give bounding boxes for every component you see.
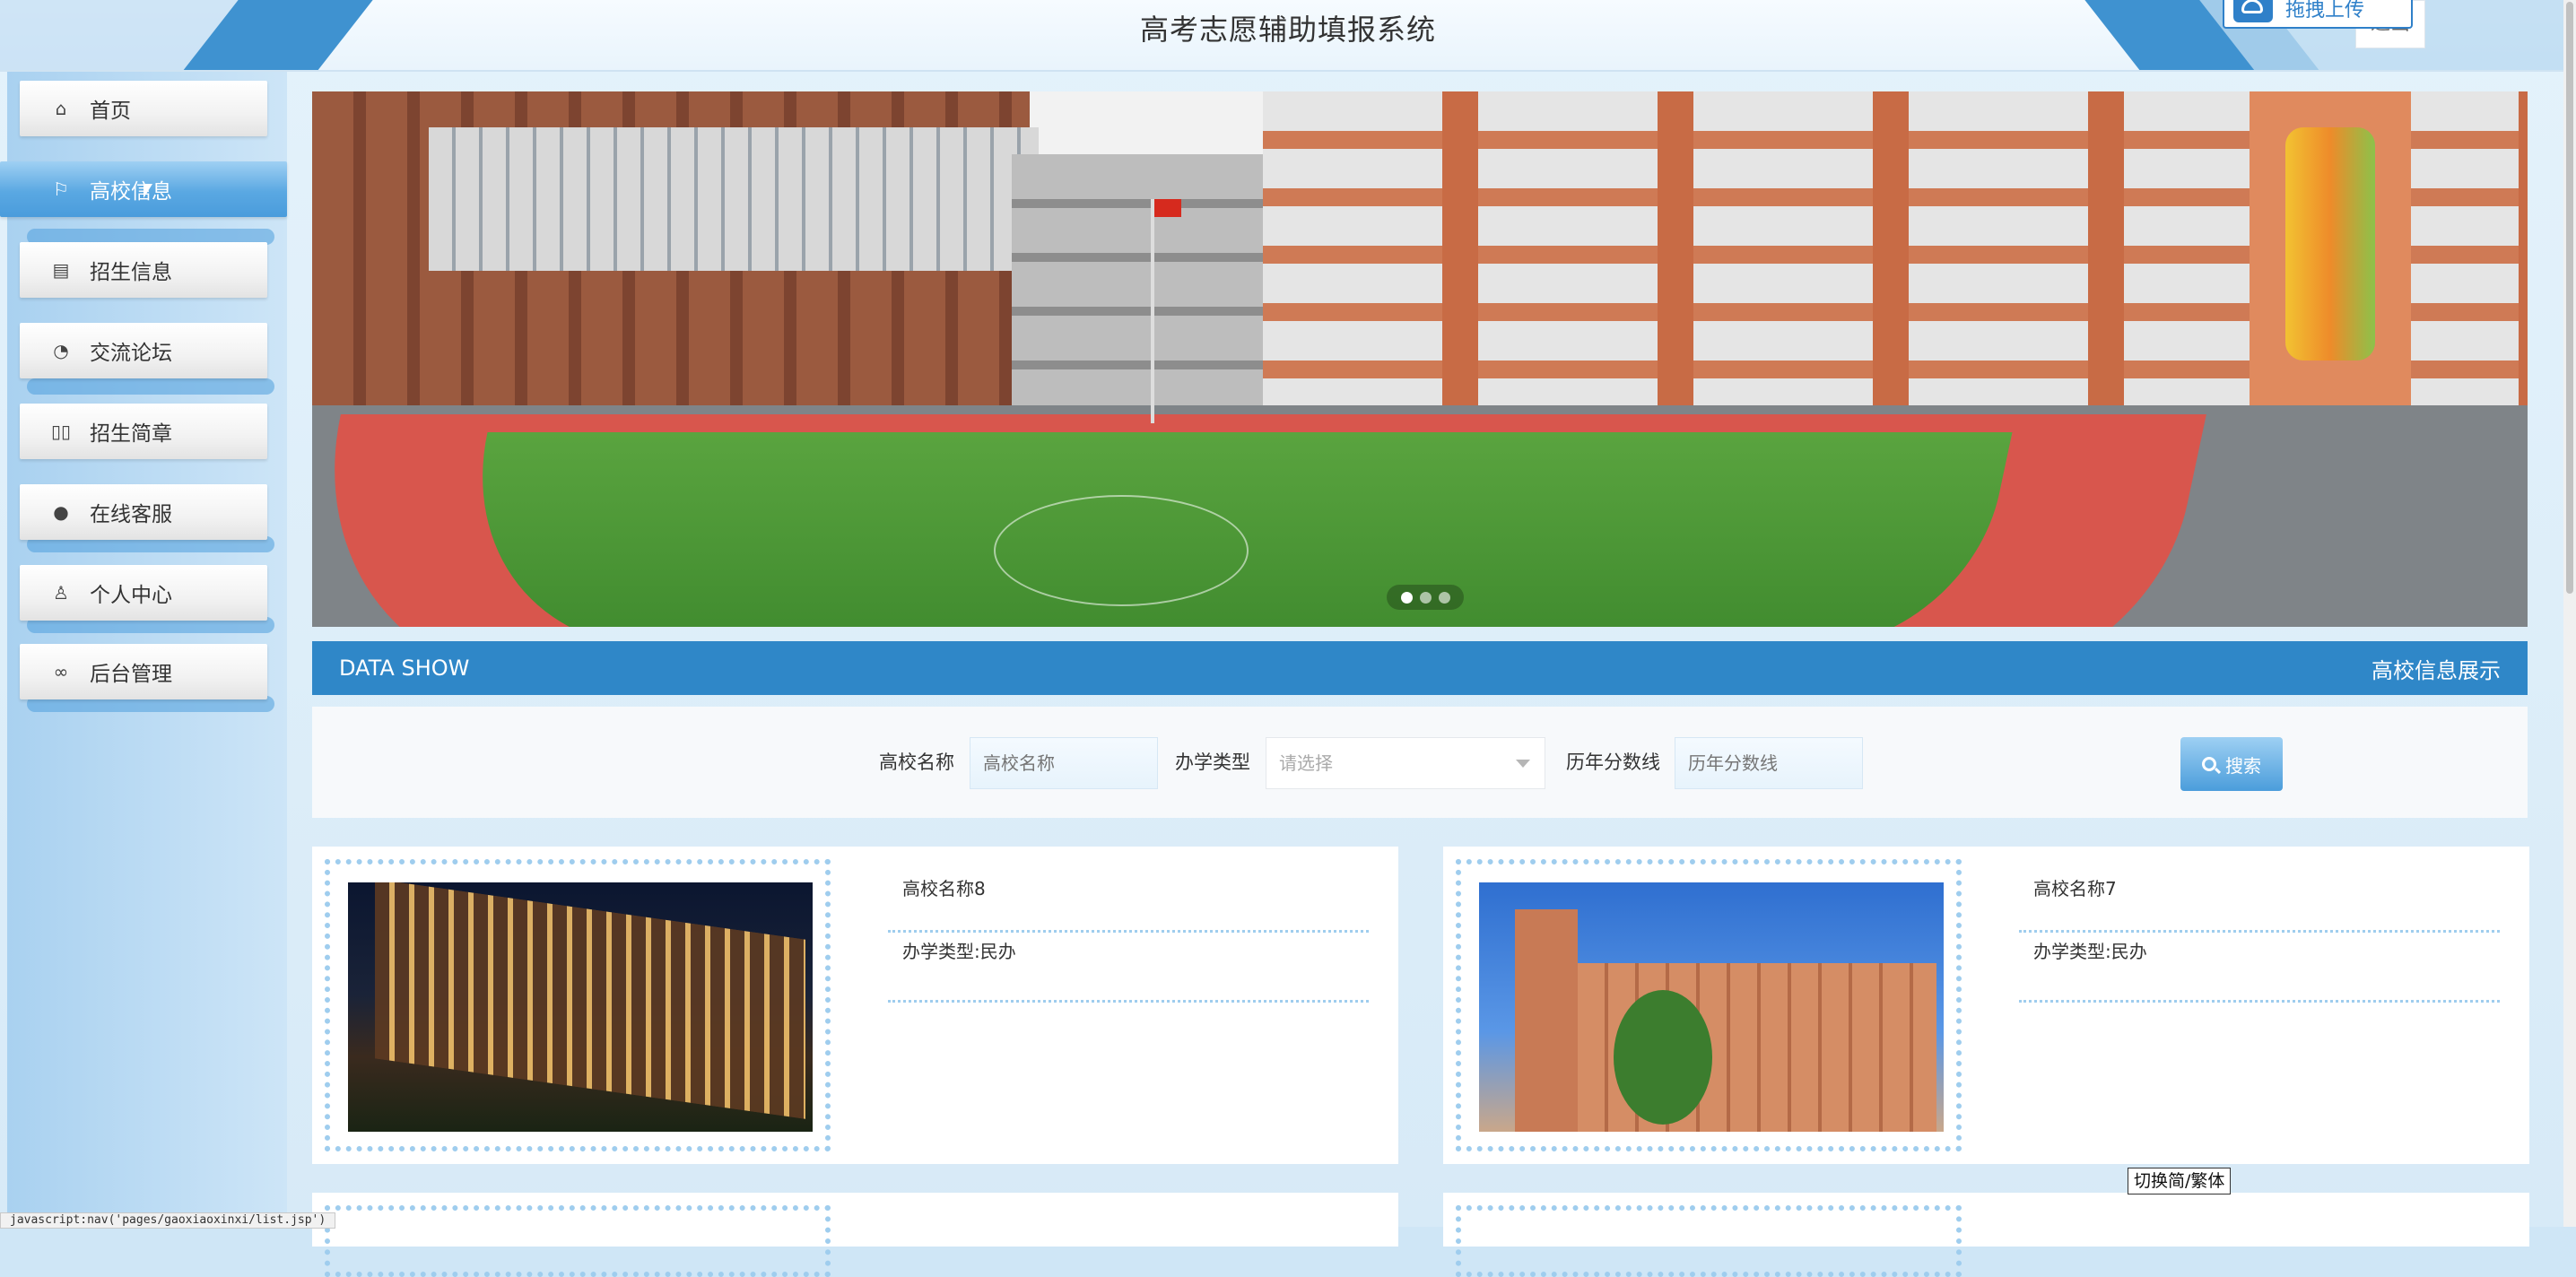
college-type: 办学类型:民办: [888, 933, 1369, 1003]
site-title: 高考志愿辅助填报系统: [1139, 13, 1436, 47]
carousel-dot[interactable]: [1400, 591, 1413, 604]
search-icon: [2202, 757, 2216, 771]
search-button-label: 搜索: [2225, 754, 2261, 777]
banner-carousel[interactable]: [312, 91, 2528, 627]
sidebar-item-label: 招生信息: [90, 261, 172, 284]
search-button[interactable]: 搜索: [2180, 737, 2283, 791]
section-header-left: DATA SHOW: [339, 656, 470, 681]
photo-frame: [1456, 1205, 1962, 1277]
carousel-dot[interactable]: [1419, 591, 1432, 604]
sidebar-item-forum[interactable]: ◔ 交流论坛: [20, 323, 267, 378]
photo-frame: [325, 1205, 831, 1277]
sidebar-item-label: 交流论坛: [90, 342, 172, 365]
photo-tree: [1614, 990, 1712, 1125]
photo-building: [375, 882, 805, 1119]
college-name-input[interactable]: [970, 737, 1158, 789]
sidebar-item-online-service[interactable]: ● 在线客服: [20, 484, 267, 540]
college-type: 办学类型:民办: [2019, 933, 2500, 1003]
score-input[interactable]: [1675, 737, 1863, 789]
palette-icon: ◔: [53, 340, 69, 361]
document-icon: ▤: [52, 259, 70, 281]
college-card[interactable]: [312, 1193, 1398, 1277]
sidebar-item-personal-center[interactable]: ♙ 个人中心: [20, 565, 267, 621]
banner-building: [429, 127, 1039, 271]
sidebar-item-brochure[interactable]: ▯▯ 招生简章: [20, 404, 267, 459]
upload-label: 拖拽上传: [2285, 0, 2365, 22]
scrollbar-thumb[interactable]: [2566, 2, 2573, 594]
sidebar-item-admin[interactable]: ∞ 后台管理: [20, 644, 267, 699]
status-bar: javascript:nav('pages/gaoxiaoxinxi/list.…: [0, 1212, 336, 1229]
college-name[interactable]: 高校名称7: [2019, 866, 2500, 933]
sidebar-item-label: 高校信息: [90, 180, 172, 204]
home-icon: ⌂: [55, 98, 67, 119]
college-card[interactable]: 高校名称8 办学类型:民办: [312, 847, 1398, 1164]
link-icon: ∞: [53, 661, 69, 682]
type-label: 办学类型: [1175, 751, 1250, 773]
college-photo[interactable]: [348, 882, 813, 1132]
section-header: DATA SHOW 高校信息展示: [312, 641, 2528, 695]
upload-button[interactable]: 拖拽上传: [2223, 0, 2413, 29]
college-card[interactable]: [1443, 1193, 2529, 1277]
select-placeholder: 请选择: [1279, 752, 1333, 774]
school-type-select[interactable]: 请选择: [1266, 737, 1545, 789]
cloud-upload-icon: [2233, 0, 2273, 22]
sidebar-item-label: 招生简章: [90, 422, 172, 446]
scrollbar[interactable]: [2563, 0, 2576, 1227]
sidebar-item-label: 个人中心: [90, 584, 172, 607]
banner-flag: [1151, 199, 1181, 423]
flag-icon: ⚐: [53, 178, 69, 200]
sidebar-item-label: 后台管理: [90, 663, 172, 686]
search-panel: 高校名称 办学类型 请选择 历年分数线 搜索: [312, 707, 2528, 818]
name-label: 高校名称: [879, 751, 954, 773]
user-icon: ♙: [53, 582, 69, 604]
college-name[interactable]: 高校名称8: [888, 866, 1369, 933]
photo-building: [1515, 909, 1578, 1132]
sidebar-item-label: 首页: [90, 100, 131, 123]
mouse-cursor: [144, 184, 152, 198]
score-label: 历年分数线: [1566, 751, 1660, 773]
college-photo[interactable]: [1479, 882, 1944, 1132]
header: 高考志愿辅助填报系统 退出 拖拽上传: [0, 0, 2563, 72]
college-info: 高校名称7 办学类型:民办: [2019, 866, 2500, 1003]
section-header-right: 高校信息展示: [2371, 657, 2501, 683]
carousel-indicators: [1387, 585, 1464, 610]
carousel-dot[interactable]: [1438, 591, 1450, 604]
tooltip: 切换简/繁体: [2128, 1168, 2232, 1194]
banner-field-line: [994, 495, 1249, 606]
sidebar-item-home[interactable]: ⌂ 首页: [20, 81, 267, 136]
sidebar-item-label: 在线客服: [90, 503, 172, 526]
book-icon: ▯▯: [50, 421, 71, 442]
chat-icon: ●: [53, 501, 69, 523]
college-card[interactable]: 高校名称7 办学类型:民办: [1443, 847, 2529, 1164]
sidebar-divider: [27, 378, 274, 395]
chevron-down-icon: [1516, 760, 1530, 768]
banner-sculpture: [2285, 127, 2375, 361]
sidebar-item-admission-info[interactable]: ▤ 招生信息: [20, 242, 267, 298]
college-info: 高校名称8 办学类型:民办: [888, 866, 1369, 1003]
